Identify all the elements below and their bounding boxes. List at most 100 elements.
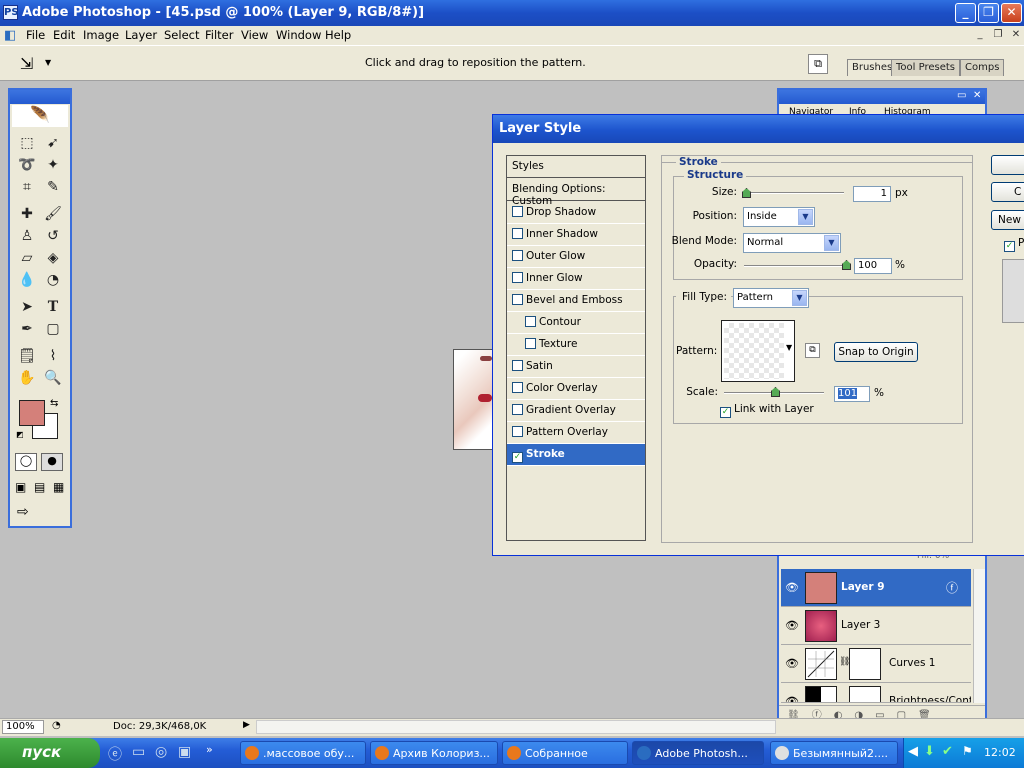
- status-info-icon[interactable]: ◔: [52, 720, 61, 731]
- checkbox-icon[interactable]: [512, 404, 523, 415]
- checkbox-icon[interactable]: [512, 228, 523, 239]
- eye-icon[interactable]: 👁: [785, 619, 799, 632]
- size-slider[interactable]: [744, 192, 844, 194]
- effect-row[interactable]: ✓ Stroke: [507, 444, 645, 466]
- effect-row[interactable]: Gradient Overlay: [507, 400, 645, 422]
- shape-icon[interactable]: ▢: [42, 319, 64, 339]
- screen-mode-standard-icon[interactable]: ▣: [15, 480, 26, 494]
- panel-close-button[interactable]: ✕: [973, 90, 981, 101]
- size-input[interactable]: 1: [853, 186, 891, 202]
- layers-scrollbar[interactable]: [973, 569, 985, 703]
- clone-stamp-icon[interactable]: ♙: [16, 226, 38, 246]
- new-style-button[interactable]: New: [991, 210, 1024, 230]
- swap-colors-icon[interactable]: ⇆: [50, 398, 58, 409]
- menu-select[interactable]: Select: [164, 28, 199, 42]
- menu-window[interactable]: Window: [276, 28, 321, 42]
- effect-row[interactable]: Bevel and Emboss: [507, 290, 645, 312]
- cancel-button[interactable]: C: [991, 182, 1024, 202]
- palette-well-icon[interactable]: ⧉: [808, 54, 828, 74]
- doc-close-button[interactable]: ✕: [1008, 28, 1024, 42]
- pattern-dropdown-icon[interactable]: ▼: [786, 343, 792, 352]
- tool-preset-dropdown-icon[interactable]: ▼: [45, 58, 51, 67]
- type-icon[interactable]: T: [42, 297, 64, 317]
- tab-comps[interactable]: Comps: [960, 59, 1005, 76]
- menu-filter[interactable]: Filter: [205, 28, 233, 42]
- layer-mask-thumbnail[interactable]: [849, 648, 881, 680]
- ok-button[interactable]: [991, 155, 1024, 175]
- hand-icon[interactable]: ✋: [16, 368, 38, 388]
- effect-row[interactable]: Color Overlay: [507, 378, 645, 400]
- checkbox-icon[interactable]: [512, 382, 523, 393]
- eraser-icon[interactable]: ▱: [16, 248, 38, 268]
- layer-row[interactable]: 👁 Layer 9 ⓕ: [781, 569, 971, 607]
- close-button[interactable]: ✕: [1001, 3, 1022, 23]
- status-menu-arrow-icon[interactable]: ▶: [243, 720, 250, 730]
- messenger-icon[interactable]: ◎: [155, 744, 167, 760]
- snap-to-origin-button[interactable]: Snap to Origin: [834, 342, 918, 362]
- taskbar-button[interactable]: Собранное: [502, 741, 628, 765]
- tray-flag-icon[interactable]: ⚑: [962, 744, 973, 758]
- checkbox-icon[interactable]: [512, 426, 523, 437]
- panel-minimize-button[interactable]: ▭: [957, 90, 966, 101]
- menu-edit[interactable]: Edit: [53, 28, 75, 42]
- eye-icon[interactable]: 👁: [785, 695, 799, 702]
- position-select[interactable]: Inside ▼: [743, 207, 815, 227]
- tab-tool-presets[interactable]: Tool Presets: [891, 59, 960, 76]
- preview-checkbox[interactable]: ✓ P: [1004, 237, 1024, 252]
- eyedropper-icon[interactable]: ⌇: [42, 346, 64, 366]
- paint-bucket-icon[interactable]: ◈: [42, 248, 64, 268]
- screen-mode-full-menu-icon[interactable]: ▤: [34, 480, 45, 494]
- magic-wand-icon[interactable]: ✦: [42, 155, 64, 175]
- tab-brushes[interactable]: Brushes: [847, 59, 898, 76]
- effect-row[interactable]: Pattern Overlay: [507, 422, 645, 444]
- menu-file[interactable]: File: [26, 28, 45, 42]
- opacity-slider[interactable]: [744, 265, 846, 267]
- pen-icon[interactable]: ✒: [16, 319, 38, 339]
- effect-row[interactable]: Outer Glow: [507, 246, 645, 268]
- layer-row[interactable]: 👁 Layer 3: [781, 607, 971, 645]
- taskbar-button[interactable]: .массовое обу...: [240, 741, 366, 765]
- checkbox-icon[interactable]: ✓: [720, 407, 731, 418]
- doc-restore-button[interactable]: ❐: [990, 28, 1006, 42]
- eye-icon[interactable]: 👁: [785, 581, 799, 594]
- new-preset-icon[interactable]: ⧉: [805, 343, 820, 358]
- taskbar-button[interactable]: Adobe Photosh...: [632, 741, 764, 765]
- menu-image[interactable]: Image: [83, 28, 119, 42]
- quick-mask-icon[interactable]: ●: [41, 453, 63, 471]
- eye-icon[interactable]: 👁: [785, 657, 799, 670]
- feather-logo-icon[interactable]: 🪶: [12, 105, 68, 127]
- layer-mask-thumbnail[interactable]: [849, 686, 881, 702]
- blending-options[interactable]: Blending Options: Custom: [507, 179, 645, 207]
- checkbox-icon[interactable]: ✓: [1004, 241, 1015, 252]
- dialog-title[interactable]: Layer Style: [493, 115, 1024, 143]
- app-menu-icon[interactable]: ◧: [4, 28, 16, 43]
- foreground-color-swatch[interactable]: [19, 400, 45, 426]
- zoom-level-input[interactable]: 100%: [2, 720, 44, 734]
- chevron-down-icon[interactable]: ▼: [798, 209, 813, 225]
- notes-icon[interactable]: 🗒: [16, 346, 38, 366]
- crop-icon[interactable]: ⌗: [16, 177, 38, 197]
- move-icon[interactable]: ➹: [42, 133, 64, 153]
- scale-input[interactable]: 101: [834, 386, 870, 402]
- chevron-down-icon[interactable]: ▼: [792, 290, 807, 306]
- document-canvas[interactable]: [453, 349, 495, 450]
- checkbox-icon[interactable]: [512, 206, 523, 217]
- move-tool-icon[interactable]: ⇲: [20, 54, 33, 73]
- start-button[interactable]: пуск: [0, 738, 100, 768]
- navigator-panel-header[interactable]: ▭ ✕: [779, 90, 985, 104]
- menu-view[interactable]: View: [241, 28, 268, 42]
- blend-mode-select[interactable]: Normal ▼: [743, 233, 841, 253]
- slice-icon[interactable]: ✎: [42, 177, 64, 197]
- lasso-icon[interactable]: ➰: [16, 155, 38, 175]
- styles-header[interactable]: Styles: [507, 156, 645, 178]
- toolbox-header[interactable]: [10, 90, 70, 104]
- quicklaunch-more-icon[interactable]: »: [206, 743, 213, 756]
- dodge-icon[interactable]: ◔: [42, 270, 64, 290]
- menu-help[interactable]: Help: [325, 28, 351, 42]
- minimize-button[interactable]: _: [955, 3, 976, 23]
- healing-brush-icon[interactable]: ✚: [16, 204, 38, 224]
- history-brush-icon[interactable]: ↺: [42, 226, 64, 246]
- menu-layer[interactable]: Layer: [125, 28, 157, 42]
- pattern-picker[interactable]: ▼: [721, 320, 795, 382]
- effect-row[interactable]: Satin: [507, 356, 645, 378]
